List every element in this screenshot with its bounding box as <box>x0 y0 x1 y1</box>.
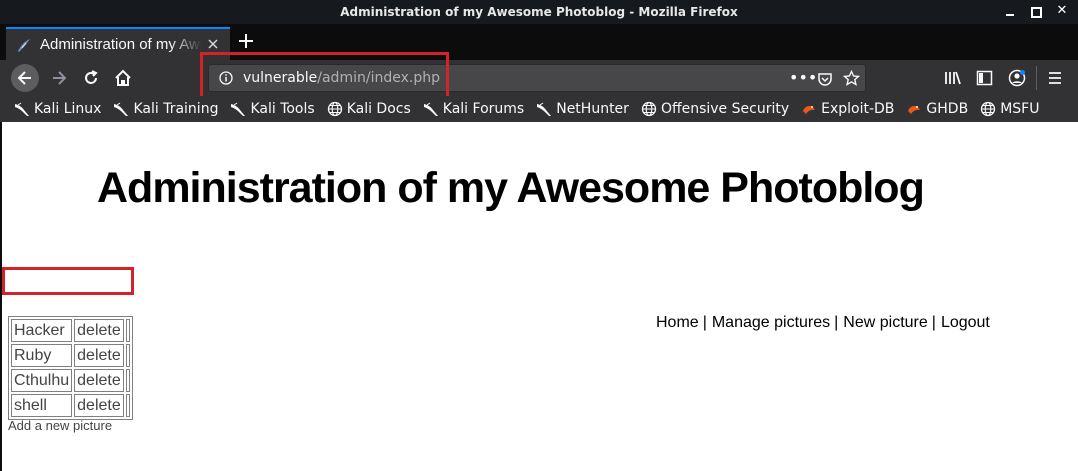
menu-link-new-picture[interactable]: New picture <box>843 314 927 331</box>
back-button[interactable] <box>11 64 39 92</box>
bookmark-star-icon[interactable] <box>843 70 860 87</box>
bookmark-kali-docs[interactable]: Kali Docs <box>327 101 411 117</box>
empty-cell <box>125 344 130 367</box>
picture-name: shell <box>11 394 73 417</box>
maximize-icon[interactable] <box>1030 4 1042 18</box>
bookmark-label: Kali Tools <box>250 101 315 117</box>
menu-hamburger-icon[interactable] <box>1047 70 1063 86</box>
tab-strip: Administration of my Awesome Photoblog <box>0 24 1078 60</box>
table-row: Hacker delete <box>11 319 130 342</box>
bookmark-nethunter[interactable]: NetHunter <box>536 101 629 117</box>
active-tab[interactable]: Administration of my Awesome Photoblog <box>6 27 230 60</box>
back-arrow-icon <box>17 71 31 85</box>
bookmark-label: Exploit-DB <box>821 101 895 117</box>
bookmark-kali-linux[interactable]: Kali Linux <box>14 101 101 117</box>
table-row: Ruby delete <box>11 344 130 367</box>
globe-icon <box>641 101 657 117</box>
web-page: Administration of my Awesome Photoblog H… <box>0 122 1078 471</box>
pocket-icon[interactable] <box>817 71 833 87</box>
menu-separator: | <box>702 314 707 331</box>
home-icon <box>115 69 131 86</box>
forward-button[interactable] <box>45 64 73 92</box>
empty-cell <box>125 394 130 417</box>
delete-link[interactable]: delete <box>74 394 124 417</box>
bookmark-label: Offensive Security <box>660 101 790 117</box>
toolbar-divider <box>1036 66 1037 90</box>
bookmark-label: Kali Forums <box>442 101 525 117</box>
page-actions-icon[interactable]: ••• <box>789 68 817 87</box>
reload-icon <box>85 70 98 84</box>
bookmark-label: Kali Linux <box>34 101 102 117</box>
window-titlebar: Administration of my Awesome Photoblog -… <box>0 0 1078 24</box>
bookmarks-toolbar: Kali Linux Kali Training Kali Tools Kali Do… <box>0 96 1078 122</box>
menu-link-manage-pictures[interactable]: Manage pictures <box>712 314 830 331</box>
account-icon[interactable] <box>1008 69 1026 87</box>
picture-name: Cthulhu <box>11 369 73 392</box>
tab-close-icon[interactable] <box>206 37 220 51</box>
window-controls: ✕ <box>1004 4 1068 18</box>
menu-link-home[interactable]: Home <box>656 314 699 331</box>
bookmark-label: Kali Training <box>133 101 219 117</box>
minimize-icon[interactable] <box>1004 4 1016 18</box>
bookmark-kali-tools[interactable]: Kali Tools <box>230 101 315 117</box>
pictures-table: Hacker delete Ruby delete Cthulhu delete shell… <box>8 316 133 420</box>
admin-menu: Home | Manage pictures | New picture | Logout <box>656 314 990 332</box>
exploitdb-icon <box>906 101 922 117</box>
picture-name: Ruby <box>11 344 73 367</box>
bookmark-ghdb[interactable]: GHDB <box>906 101 968 117</box>
bookmark-kali-training[interactable]: Kali Training <box>113 101 218 117</box>
menu-separator: | <box>931 314 936 331</box>
menu-link-logout[interactable]: Logout <box>941 314 990 331</box>
shell-row-highlight-annotation <box>2 267 134 295</box>
empty-cell <box>125 319 130 342</box>
bookmark-label: MSFU <box>1000 101 1040 117</box>
bookmark-offensive-security[interactable]: Offensive Security <box>641 101 789 117</box>
menu-separator: | <box>834 314 839 331</box>
url-highlight-annotation <box>200 52 449 99</box>
kali-dragon-icon <box>230 101 246 117</box>
bookmark-label: GHDB <box>926 101 969 117</box>
delete-link[interactable]: delete <box>74 369 124 392</box>
add-picture-link[interactable]: Add a new picture <box>8 418 112 433</box>
home-button[interactable] <box>109 64 137 92</box>
bookmark-label: NetHunter <box>556 101 629 117</box>
kali-dragon-icon <box>423 101 439 117</box>
window-title: Administration of my Awesome Photoblog -… <box>340 5 738 19</box>
globe-icon <box>327 101 343 117</box>
table-row: Cthulhu delete <box>11 369 130 392</box>
tab-favicon-icon <box>18 38 30 52</box>
page-title: Administration of my Awesome Photoblog <box>97 164 925 212</box>
delete-link[interactable]: delete <box>74 319 124 342</box>
tab-title: Administration of my Awesome Photoblog <box>40 36 202 53</box>
delete-link[interactable]: delete <box>74 344 124 367</box>
bookmark-exploit-db[interactable]: Exploit-DB <box>801 101 894 117</box>
reload-button[interactable] <box>77 64 105 92</box>
new-tab-icon[interactable] <box>236 31 256 51</box>
kali-dragon-icon <box>536 101 552 117</box>
bookmark-msfu[interactable]: MSFU <box>980 101 1039 117</box>
bookmark-kali-forums[interactable]: Kali Forums <box>423 101 524 117</box>
bookmark-label: Kali Docs <box>346 101 411 117</box>
kali-dragon-icon <box>113 101 129 117</box>
library-icon[interactable] <box>944 70 962 86</box>
forward-arrow-icon <box>53 71 67 85</box>
sidebar-icon[interactable] <box>976 70 993 86</box>
exploitdb-icon <box>801 101 817 117</box>
globe-icon <box>980 101 996 117</box>
empty-cell <box>125 369 130 392</box>
picture-name: Hacker <box>11 319 73 342</box>
close-window-icon[interactable]: ✕ <box>1056 4 1068 18</box>
kali-dragon-icon <box>14 101 30 117</box>
table-row: shell delete <box>11 394 130 417</box>
navigation-toolbar: vulnerable/admin/index.php ••• <box>0 60 1078 96</box>
